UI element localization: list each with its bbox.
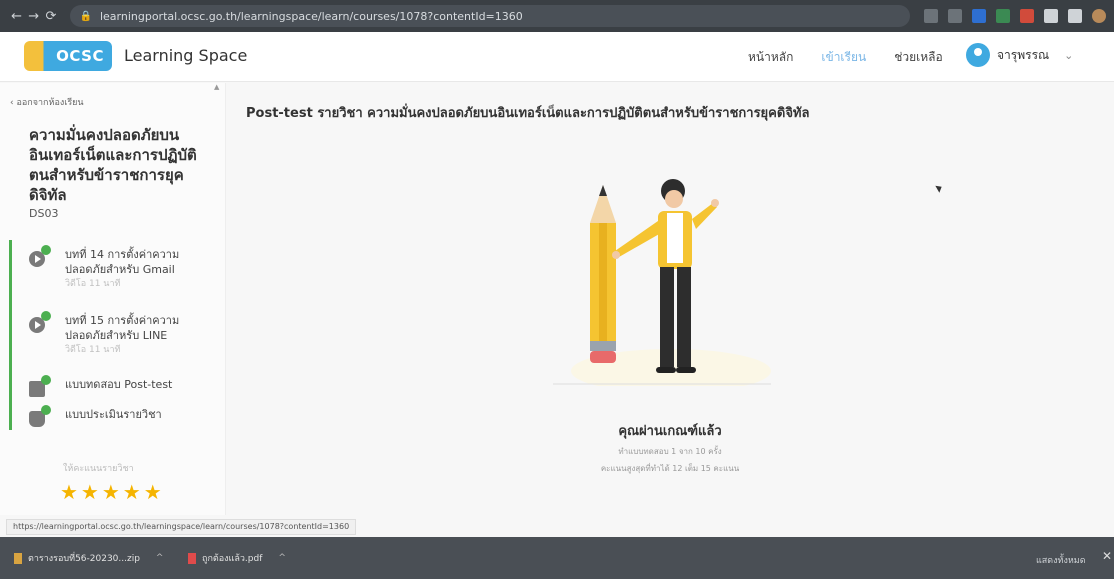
score-text: คะแนนสูงสุดที่ทำได้ 12 เต็ม 15 คะแนน: [600, 464, 740, 473]
browser-toolbar: ← → ⟳ 🔒 learningportal.ocsc.go.th/learni…: [0, 0, 1114, 32]
zip-file-icon: [14, 552, 22, 564]
extension-icon[interactable]: [972, 9, 986, 23]
exit-classroom-link[interactable]: ‹ ออกจากห้องเรียน: [10, 95, 84, 109]
progress-rail: [9, 240, 12, 430]
download-filename: ถูกต้องแล้ว.pdf: [202, 554, 263, 564]
course-sidebar: ▲ ‹ ออกจากห้องเรียน ความมั่นคงปลอดภัยบนอ…: [0, 83, 226, 515]
lesson-title: บทที่ 14 การตั้งค่าความปลอดภัยสำหรับ Gma…: [65, 248, 180, 276]
extensions: [924, 9, 1106, 23]
nav-home[interactable]: หน้าหลัก: [748, 48, 793, 67]
chevron-up-icon[interactable]: ^: [156, 553, 164, 563]
video-icon: [29, 245, 51, 267]
course-code: DS03: [29, 207, 59, 220]
pencil-person-illustration: [553, 179, 771, 386]
exit-classroom-label: ออกจากห้องเรียน: [16, 98, 84, 108]
check-icon: [41, 245, 51, 255]
downloads-bar: ตารางรอบที่56-20230...zip ^ ถูกต้องแล้ว.…: [0, 537, 1114, 579]
lesson-duration: วิดีโอ 11 นาที: [65, 279, 121, 289]
address-text: learningportal.ocsc.go.th/learningspace/…: [99, 9, 523, 23]
ocsc-logo[interactable]: OCSC: [24, 41, 112, 71]
lock-icon: 🔒: [79, 10, 92, 22]
app-name: Learning Space: [124, 46, 248, 65]
close-icon[interactable]: ✕: [1102, 549, 1112, 563]
download-item[interactable]: ถูกต้องแล้ว.pdf ^: [188, 551, 348, 565]
user-menu[interactable]: จารุพรรณ ⌄: [966, 43, 1073, 67]
video-icon: [29, 311, 51, 333]
user-name: จารุพรรณ: [997, 47, 1050, 62]
check-icon: [41, 405, 51, 415]
avatar: [966, 43, 990, 67]
extension-icon[interactable]: [1020, 9, 1034, 23]
reload-icon[interactable]: ⟳: [42, 9, 59, 24]
pdf-file-icon: [188, 552, 196, 564]
test-icon: [29, 375, 51, 397]
back-arrow-icon[interactable]: ←: [8, 9, 25, 24]
share-icon[interactable]: [924, 9, 938, 23]
star-icon[interactable]: [948, 9, 962, 23]
extension-icon[interactable]: [996, 9, 1010, 23]
profile-icon[interactable]: [1092, 9, 1106, 23]
lesson-item[interactable]: แบบประเมินรายวิชา: [29, 405, 162, 427]
course-title: ความมั่นคงปลอดภัยบนอินเทอร์เน็ตและการปฏิ…: [29, 126, 197, 204]
logo-text: OCSC: [56, 47, 104, 65]
thumbs-up-icon: [29, 405, 51, 427]
download-filename: ตารางรอบที่56-20230...zip: [28, 554, 140, 564]
star-rating[interactable]: ★★★★★: [60, 480, 165, 504]
lesson-title: แบบทดสอบ Post-test: [65, 378, 173, 391]
show-all-downloads[interactable]: แสดงทั้งหมด: [1036, 553, 1086, 567]
pass-title: คุณผ่านเกณฑ์แล้ว: [618, 424, 722, 439]
check-icon: [41, 311, 51, 321]
window-icon[interactable]: [1068, 9, 1082, 23]
address-bar[interactable]: 🔒 learningportal.ocsc.go.th/learningspac…: [69, 5, 910, 27]
attempts-text: ทำแบบทดสอบ 1 จาก 10 ครั้ง: [618, 447, 722, 456]
lesson-title: บทที่ 15 การตั้งค่าความปลอดภัยสำหรับ LIN…: [65, 314, 180, 342]
result-panel: คุณผ่านเกณฑ์แล้ว ทำแบบทดสอบ 1 จาก 10 ครั…: [560, 420, 780, 475]
mouse-cursor-icon: [935, 183, 944, 193]
status-bar-url: https://learningportal.ocsc.go.th/learni…: [6, 519, 357, 535]
chevron-up-icon[interactable]: ^: [278, 553, 286, 563]
lesson-title: แบบประเมินรายวิชา: [65, 408, 162, 421]
puzzle-icon[interactable]: [1044, 9, 1058, 23]
chevron-down-icon: ⌄: [1064, 48, 1074, 62]
app-header: OCSC Learning Space หน้าหลัก เข้าเรียน ช…: [0, 32, 1114, 82]
page-title: Post-test รายวิชา ความมั่นคงปลอดภัยบนอิน…: [246, 106, 810, 121]
rating-label: ให้คะแนนรายวิชา: [63, 464, 134, 474]
lesson-item[interactable]: แบบทดสอบ Post-test: [29, 375, 173, 397]
nav-help[interactable]: ช่วยเหลือ: [894, 48, 943, 67]
lesson-item[interactable]: บทที่ 15 การตั้งค่าความปลอดภัยสำหรับ LIN…: [29, 311, 200, 358]
forward-arrow-icon[interactable]: →: [25, 9, 42, 24]
top-nav: หน้าหลัก เข้าเรียน ช่วยเหลือ: [748, 48, 943, 67]
lesson-item[interactable]: บทที่ 14 การตั้งค่าความปลอดภัยสำหรับ Gma…: [29, 245, 200, 292]
scroll-up-icon[interactable]: ▲: [214, 83, 219, 91]
nav-classroom[interactable]: เข้าเรียน: [821, 48, 866, 67]
download-item[interactable]: ตารางรอบที่56-20230...zip ^: [14, 551, 174, 565]
check-icon: [41, 375, 51, 385]
lesson-duration: วิดีโอ 11 นาที: [65, 345, 121, 355]
